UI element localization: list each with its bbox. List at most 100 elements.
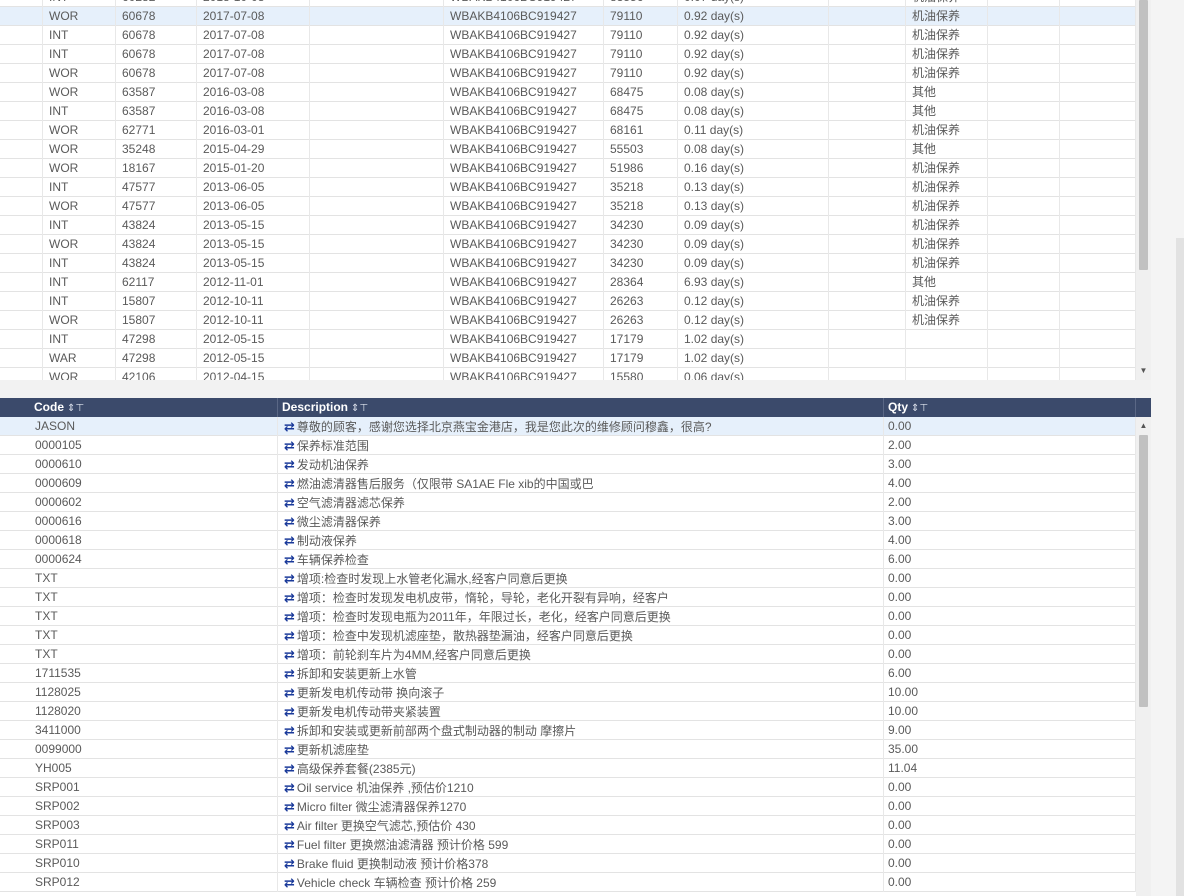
- cell-empty: [0, 140, 43, 159]
- history-row[interactable]: INT 43824 2013-05-15 WBAKB4106BC919427 34230…: [0, 216, 1136, 235]
- outer-scroll-track[interactable]: [1176, 238, 1184, 896]
- swap-icon[interactable]: ⇄: [284, 780, 295, 795]
- column-header-description[interactable]: Description ⇕⊤: [278, 398, 884, 417]
- job-item-row[interactable]: SRP010 ⇄ Brake fluid 更换制动液 预计价格378 0.00: [0, 854, 1136, 873]
- history-row[interactable]: WOR 47577 2013-06-05 WBAKB4106BC919427 35218…: [0, 197, 1136, 216]
- job-item-row[interactable]: 3411000 ⇄ 拆卸和安装或更新前部两个盘式制动器的制动 摩擦片 9.00: [0, 721, 1136, 740]
- cell-code: 15807: [116, 311, 197, 330]
- history-row[interactable]: WOR 35248 2015-04-29 WBAKB4106BC919427 55503…: [0, 140, 1136, 159]
- job-item-row[interactable]: SRP003 ⇄ Air filter 更换空气滤芯,预估价 430 0.00: [0, 816, 1136, 835]
- job-item-row[interactable]: SRP012 ⇄ Vehicle check 车辆检查 预计价格 259 0.00: [0, 873, 1136, 892]
- job-item-row[interactable]: 1128020 ⇄ 更新发电机传动带夹紧装置 10.00: [0, 702, 1136, 721]
- swap-icon[interactable]: ⇄: [284, 704, 295, 719]
- job-item-row[interactable]: 0000105 ⇄ 保养标准范围 2.00: [0, 436, 1136, 455]
- cell-empty: [829, 273, 906, 292]
- job-item-row[interactable]: 0000624 ⇄ 车辆保养检查 6.00: [0, 550, 1136, 569]
- cell-category: 机油保养: [906, 292, 988, 311]
- job-item-row[interactable]: 1128025 ⇄ 更新发电机传动带 换向滚子 10.00: [0, 683, 1136, 702]
- cell-empty: [310, 121, 444, 140]
- job-item-row[interactable]: TXT ⇄ 增项:检查时发现上水管老化漏水,经客户同意后更换 0.00: [0, 569, 1136, 588]
- top-table-scrollbar[interactable]: ▼: [1136, 0, 1151, 380]
- cell-duration: 0.06 day(s): [678, 368, 829, 380]
- job-item-row[interactable]: TXT ⇄ 增项：检查时发现电瓶为2011年，年限过长，老化，经客户同意后更换 0.0…: [0, 607, 1136, 626]
- history-row[interactable]: WOR 60678 2017-07-08 WBAKB4106BC919427 79110…: [0, 64, 1136, 83]
- swap-icon[interactable]: ⇄: [284, 837, 295, 852]
- swap-icon[interactable]: ⇄: [284, 552, 295, 567]
- history-row[interactable]: WAR 47298 2012-05-15 WBAKB4106BC919427 17179…: [0, 349, 1136, 368]
- description-text: 增项：检查中发现机滤座垫，散热器垫漏油，经客户同意后更换: [296, 629, 633, 643]
- job-item-row[interactable]: YH005 ⇄ 高级保养套餐(2385元) 11.04: [0, 759, 1136, 778]
- history-row[interactable]: WOR 18167 2015-01-20 WBAKB4106BC919427 51986…: [0, 159, 1136, 178]
- swap-icon[interactable]: ⇄: [284, 457, 295, 472]
- swap-icon[interactable]: ⇄: [284, 590, 295, 605]
- top-scrollbar-thumb[interactable]: [1139, 0, 1148, 270]
- cell-qty: 3.00: [884, 512, 1136, 531]
- history-row[interactable]: WOR 63587 2016-03-08 WBAKB4106BC919427 68475…: [0, 83, 1136, 102]
- job-item-row[interactable]: JASON ⇄ 尊敬的顾客，感谢您选择北京燕宝金港店，我是您此次的维修顾问穆鑫，很高…: [0, 417, 1136, 436]
- cell-empty: [988, 178, 1060, 197]
- swap-icon[interactable]: ⇄: [284, 799, 295, 814]
- sort-icon[interactable]: ⇕⊤: [67, 403, 84, 414]
- swap-icon[interactable]: ⇄: [284, 628, 295, 643]
- history-row[interactable]: WOR 60678 2017-07-08 WBAKB4106BC919427 79110…: [0, 7, 1136, 26]
- swap-icon[interactable]: ⇄: [284, 723, 295, 738]
- swap-icon[interactable]: ⇄: [284, 875, 295, 890]
- job-item-row[interactable]: 0000610 ⇄ 发动机油保养 3.00: [0, 455, 1136, 474]
- job-item-row[interactable]: 1711535 ⇄ 拆卸和安装更新上水管 6.00: [0, 664, 1136, 683]
- history-row[interactable]: INT 15807 2012-10-11 WBAKB4106BC919427 26263…: [0, 292, 1136, 311]
- sort-icon[interactable]: ⇕⊤: [351, 403, 368, 414]
- swap-icon[interactable]: ⇄: [284, 476, 295, 491]
- cell-code: 63587: [116, 83, 197, 102]
- scroll-up-arrow-icon[interactable]: ▲: [1136, 421, 1151, 431]
- history-row[interactable]: INT 47298 2012-05-15 WBAKB4106BC919427 17179…: [0, 330, 1136, 349]
- job-item-row[interactable]: TXT ⇄ 增项：前轮刹车片为4MM,经客户同意后更换 0.00: [0, 645, 1136, 664]
- job-item-row[interactable]: TXT ⇄ 增项：检查时发现发电机皮带，惰轮，导轮，老化开裂有异响，经客户 0.00: [0, 588, 1136, 607]
- history-row[interactable]: INT 43824 2013-05-15 WBAKB4106BC919427 34230…: [0, 254, 1136, 273]
- swap-icon[interactable]: ⇄: [284, 818, 295, 833]
- swap-icon[interactable]: ⇄: [284, 609, 295, 624]
- cell-category: 机油保养: [906, 216, 988, 235]
- history-row[interactable]: INT 62117 2012-11-01 WBAKB4106BC919427 28364…: [0, 273, 1136, 292]
- history-row[interactable]: INT 60678 2017-07-08 WBAKB4106BC919427 79110…: [0, 26, 1136, 45]
- swap-icon[interactable]: ⇄: [284, 514, 295, 529]
- history-row[interactable]: WOR 43824 2013-05-15 WBAKB4106BC919427 34230…: [0, 235, 1136, 254]
- swap-icon[interactable]: ⇄: [284, 685, 295, 700]
- swap-icon[interactable]: ⇄: [284, 856, 295, 871]
- swap-icon[interactable]: ⇄: [284, 438, 295, 453]
- job-item-row[interactable]: TXT ⇄ 增项：检查中发现机滤座垫，散热器垫漏油，经客户同意后更换 0.00: [0, 626, 1136, 645]
- swap-icon[interactable]: ⇄: [284, 666, 295, 681]
- history-row[interactable]: WOR 42106 2012-04-15 WBAKB4106BC919427 15580…: [0, 368, 1136, 380]
- scroll-down-arrow-icon[interactable]: ▼: [1136, 366, 1151, 376]
- history-row[interactable]: INT 63587 2016-03-08 WBAKB4106BC919427 68475…: [0, 102, 1136, 121]
- history-row[interactable]: INT 47577 2013-06-05 WBAKB4106BC919427 35218…: [0, 178, 1136, 197]
- history-row[interactable]: INT 60678 2017-07-08 WBAKB4106BC919427 79110…: [0, 45, 1136, 64]
- column-header-qty[interactable]: Qty ⇕⊤: [884, 398, 1136, 417]
- cell-code: 0099000: [0, 740, 278, 759]
- history-row[interactable]: INT602822018-10-08 WBAKB4106BC91942783556…: [0, 0, 1136, 7]
- swap-icon[interactable]: ⇄: [284, 761, 295, 776]
- job-item-row[interactable]: 0000609 ⇄ 燃油滤清器售后服务（仅限带 SA1AE Fle xib的中国或巴…: [0, 474, 1136, 493]
- sort-icon[interactable]: ⇕⊤: [911, 403, 928, 414]
- swap-icon[interactable]: ⇄: [284, 533, 295, 548]
- swap-icon[interactable]: ⇄: [284, 571, 295, 586]
- job-item-row[interactable]: 0099000 ⇄ 更新机滤座垫 35.00: [0, 740, 1136, 759]
- cell-mileage: 35218: [604, 197, 678, 216]
- job-item-row[interactable]: 0000602 ⇄ 空气滤清器滤芯保养 2.00: [0, 493, 1136, 512]
- cell-category: 机油保养: [906, 311, 988, 330]
- cell-empty: [310, 197, 444, 216]
- job-item-row[interactable]: 0000616 ⇄ 微尘滤清器保养 3.00: [0, 512, 1136, 531]
- history-row[interactable]: WOR 62771 2016-03-01 WBAKB4106BC919427 68161…: [0, 121, 1136, 140]
- history-row[interactable]: WOR 15807 2012-10-11 WBAKB4106BC919427 26263…: [0, 311, 1136, 330]
- job-item-row[interactable]: SRP011 ⇄ Fuel filter 更换燃油滤清器 预计价格 599 0.00: [0, 835, 1136, 854]
- job-item-row[interactable]: SRP002 ⇄ Micro filter 微尘滤清器保养1270 0.00: [0, 797, 1136, 816]
- swap-icon[interactable]: ⇄: [284, 647, 295, 662]
- job-item-row[interactable]: SRP001 ⇄ Oil service 机油保养 ,预估价1210 0.00: [0, 778, 1136, 797]
- bottom-table-scrollbar[interactable]: ▲: [1136, 417, 1151, 896]
- cell-mileage: 55503: [604, 140, 678, 159]
- swap-icon[interactable]: ⇄: [284, 419, 295, 434]
- bottom-scrollbar-thumb[interactable]: [1139, 435, 1148, 707]
- column-header-code[interactable]: Code ⇕⊤: [30, 398, 278, 417]
- swap-icon[interactable]: ⇄: [284, 495, 295, 510]
- job-item-row[interactable]: 0000618 ⇄ 制动液保养 4.00: [0, 531, 1136, 550]
- swap-icon[interactable]: ⇄: [284, 742, 295, 757]
